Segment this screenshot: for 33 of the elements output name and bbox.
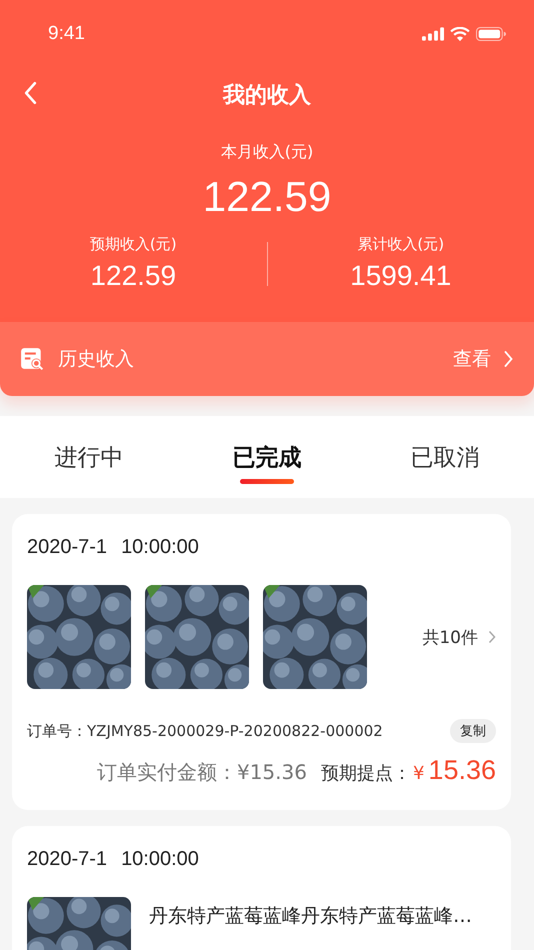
order-card[interactable]: 2020-7-1 10:00:00 共10件 订单号：YZJMY85-2000029-P-20200822-000002 复制 订单实付金额：¥15.36 预期提点：¥15.36 (12, 514, 511, 810)
commission-value: 15.36 (428, 755, 496, 786)
chevron-right-icon (488, 630, 496, 644)
order-date: 2020-7-1 (27, 536, 108, 559)
paid-amount: 订单实付金额：¥15.36 (96, 759, 307, 786)
tab[interactable]: 已完成 (197, 416, 337, 498)
back-icon[interactable] (24, 81, 37, 105)
document-search-icon (20, 347, 44, 371)
stat-label: 预期收入(元) (90, 235, 177, 254)
order-number: 订单号：YZJMY85-2000029-P-20200822-000002 (27, 722, 384, 740)
currency-symbol: ¥ (412, 763, 424, 784)
history-label: 历史收入 (58, 347, 135, 372)
month-income-value: 122.59 (202, 173, 332, 221)
status-time: 9:41 (48, 23, 85, 45)
copy-button[interactable]: 复制 (450, 719, 496, 743)
tab[interactable]: 已取消 (375, 416, 515, 498)
order-card[interactable]: 2020-7-1 10:00:00 丹东特产蓝莓蓝峰丹东特产蓝莓蓝峰… (12, 826, 511, 950)
stat-value: 1599.41 (350, 260, 452, 292)
signal-icon (422, 27, 444, 41)
chevron-right-icon (503, 350, 514, 368)
page-title: 我的收入 (223, 82, 311, 110)
item-count: 共10件 (422, 626, 478, 648)
battery-icon (476, 27, 506, 41)
order-time: 10:00:00 (121, 536, 199, 559)
wifi-icon (450, 26, 470, 42)
tab[interactable]: 进行中 (19, 416, 159, 498)
commission-label: 预期提点： (320, 762, 411, 785)
month-income-label: 本月收入(元) (220, 142, 314, 163)
order-date: 2020-7-1 (27, 848, 108, 871)
product-title: 丹东特产蓝莓蓝峰丹东特产蓝莓蓝峰… (149, 904, 472, 929)
order-time: 10:00:00 (121, 848, 199, 871)
stat-label: 累计收入(元) (357, 235, 444, 254)
stat-value: 122.59 (90, 260, 176, 292)
